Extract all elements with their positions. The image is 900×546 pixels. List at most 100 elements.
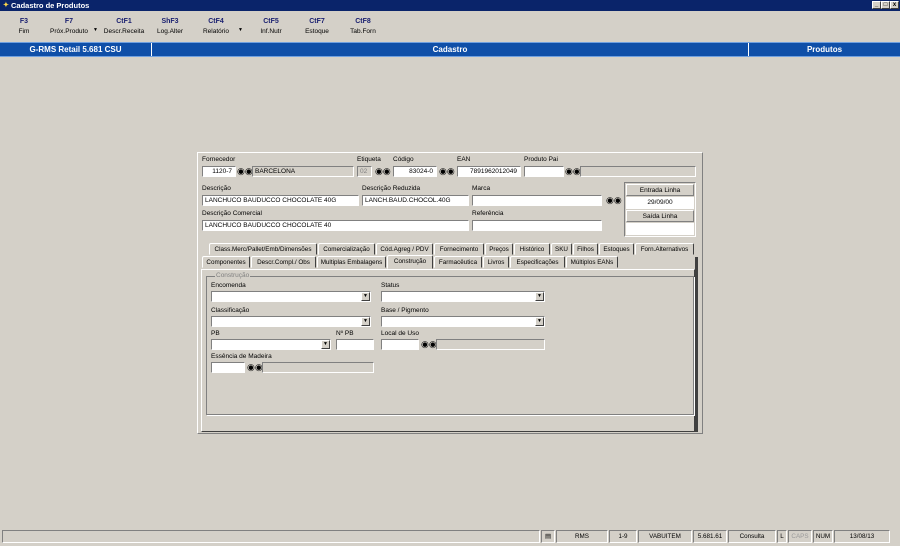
tab-class-merc[interactable]: Class.Merc/Pallet/Emb/Dimensões — [209, 243, 317, 255]
tab-historico[interactable]: Histórico — [514, 243, 550, 255]
base-pigmento-select[interactable]: ▼ — [381, 316, 545, 327]
tab-cod-agreg-pdv[interactable]: Cód.Agreg / PDV — [376, 243, 433, 255]
codigo-field[interactable]: 83024-0 — [393, 166, 437, 177]
etiqueta-field[interactable]: 02 — [357, 166, 372, 177]
tab-componentes[interactable]: Componentes — [202, 256, 250, 268]
saida-linha-field[interactable] — [626, 223, 694, 235]
classificacao-dropdown-chevron-down-icon[interactable]: ▼ — [361, 317, 370, 326]
status-label: Status — [381, 282, 400, 289]
fim-button[interactable]: F3 Fim — [14, 17, 34, 37]
proximo-produto-button[interactable]: F7 Próx.Produto — [45, 17, 93, 37]
ean-label: EAN — [457, 156, 471, 163]
essencia-madeira-description-field — [262, 362, 374, 373]
log-alter-button[interactable]: ShF3 Log.Alter — [152, 17, 188, 37]
relatorio-button[interactable]: CtF4 Relatório — [198, 17, 234, 37]
marca-search-binoculars-icon[interactable]: ◉◉ — [606, 195, 622, 206]
linha-dates-box: Entrada Linha 29/09/00 Saída Linha — [624, 182, 696, 237]
tab-multiplas-embalagens[interactable]: Multiplas Embalagens — [317, 256, 386, 268]
saida-linha-label: Saída Linha — [626, 210, 694, 222]
product-form-panel: Fornecedor Etiqueta Código EAN Produto P… — [197, 152, 703, 434]
descricao-comercial-field[interactable]: LANCHUCO BAUDUCCO CHOCOLATE 40 — [202, 220, 469, 231]
relatorio-dropdown-icon[interactable]: ▼ — [238, 27, 243, 33]
codigo-search-binoculars-icon[interactable]: ◉◉ — [439, 166, 455, 177]
tab-construcao[interactable]: Construção — [387, 255, 433, 269]
window-title-bar: ✦ Cadastro de Produtos _ □ x — [0, 0, 900, 11]
ean-field[interactable]: 7891962012049 — [457, 166, 521, 177]
numero-pb-label: Nº PB — [336, 330, 354, 337]
tab-sku[interactable]: SKU — [551, 243, 572, 255]
module-label: Produtos — [806, 45, 843, 54]
descricao-label: Descrição — [202, 185, 231, 192]
tab-fornecimento[interactable]: Fornecimento — [434, 243, 484, 255]
numero-pb-field[interactable] — [336, 339, 374, 350]
descricao-reduzida-field[interactable]: LANCH.BAUD.CHOCOL.40G — [362, 195, 469, 206]
close-button[interactable]: x — [890, 1, 899, 9]
pb-dropdown-chevron-down-icon[interactable]: ▼ — [321, 340, 330, 349]
fornecedor-name-field: BARCELONA — [252, 166, 354, 177]
classificacao-select[interactable]: ▼ — [211, 316, 371, 327]
descr-receita-button[interactable]: CtF1 Descr.Receita — [100, 17, 148, 37]
status-l-indicator: L — [777, 530, 787, 543]
status-select[interactable]: ▼ — [381, 291, 545, 302]
descricao-field[interactable]: LANCHUCO BAUDUCCO CHOCOLATE 40G — [202, 195, 359, 206]
app-icon: ✦ — [3, 2, 9, 9]
produto-pai-field[interactable] — [524, 166, 564, 177]
entrada-linha-field[interactable]: 29/09/00 — [626, 197, 694, 209]
local-uso-code-field[interactable] — [381, 339, 419, 350]
clipboard-icon[interactable]: ▤ — [541, 530, 555, 543]
produto-pai-search-binoculars-icon[interactable]: ◉◉ — [565, 166, 581, 177]
essencia-madeira-code-field[interactable] — [211, 362, 245, 373]
local-uso-description-field — [436, 339, 545, 350]
window-title: Cadastro de Produtos — [11, 1, 90, 10]
inf-nutr-button[interactable]: CtF5 Inf.Nutr — [254, 17, 288, 37]
encomenda-label: Encomenda — [211, 282, 246, 289]
fornecedor-label: Fornecedor — [202, 156, 236, 163]
header-strip: G-RMS Retail 5.681 CSU Cadastro Produtos — [0, 42, 900, 57]
referencia-field[interactable] — [472, 220, 602, 231]
minimize-button[interactable]: _ — [872, 1, 881, 9]
essencia-madeira-search-binoculars-icon[interactable]: ◉◉ — [247, 362, 263, 373]
maximize-button[interactable]: □ — [881, 1, 890, 9]
local-uso-label: Local de Uso — [381, 330, 419, 337]
tab-frame-edge — [695, 257, 698, 432]
status-caps-indicator: CAPS — [788, 530, 812, 543]
tab-forn-alternativos[interactable]: Forn.Alternativos — [635, 243, 694, 255]
fornecedor-search-binoculars-icon[interactable]: ◉◉ — [237, 166, 253, 177]
status-user: VABUITEM — [638, 530, 692, 543]
tab-precos[interactable]: Preços — [485, 243, 513, 255]
encomenda-dropdown-chevron-down-icon[interactable]: ▼ — [361, 292, 370, 301]
status-bar: ▤ RMS 1-9 VABUITEM 5.681.61 Consulta L C… — [0, 529, 900, 546]
estoque-button[interactable]: CtF7 Estoque — [300, 17, 334, 37]
construcao-group: Construção Encomenda ▼ Status ▼ Classifi… — [206, 272, 694, 415]
pb-select[interactable]: ▼ — [211, 339, 331, 350]
tab-forn-button[interactable]: CtF8 Tab.Forn — [345, 17, 381, 37]
essencia-madeira-label: Essência de Madeira — [211, 353, 272, 360]
proximo-produto-key: F7 — [64, 18, 74, 25]
etiqueta-search-binoculars-icon[interactable]: ◉◉ — [375, 166, 391, 177]
base-pigmento-dropdown-chevron-down-icon[interactable]: ▼ — [535, 317, 544, 326]
toolbar: F3 Fim F7 Próx.Produto ▼ CtF1 Descr.Rece… — [0, 11, 900, 42]
proximo-produto-dropdown-icon[interactable]: ▼ — [93, 27, 98, 33]
tab-descr-compl-obs[interactable]: Descr.Compl./ Obs — [251, 256, 316, 268]
status-message-area — [2, 530, 540, 543]
tab-estoques[interactable]: Estoques — [599, 243, 634, 255]
marca-label: Marca — [472, 185, 491, 192]
tab-multiplos-eans[interactable]: Múltiplos EANs — [566, 256, 618, 268]
local-uso-search-binoculars-icon[interactable]: ◉◉ — [421, 339, 437, 350]
status-dropdown-chevron-down-icon[interactable]: ▼ — [535, 292, 544, 301]
tab-filhos[interactable]: Filhos — [573, 243, 598, 255]
classificacao-label: Classificação — [211, 307, 250, 314]
proximo-produto-label: Próx.Produto — [50, 28, 88, 35]
fornecedor-code-field[interactable]: 1120-7 — [202, 166, 236, 177]
entrada-linha-label: Entrada Linha — [626, 184, 694, 196]
tab-livros[interactable]: Livros — [483, 256, 509, 268]
tab-comercializacao[interactable]: Comercialização — [318, 243, 375, 255]
tab-especificacoes[interactable]: Especificações — [510, 256, 565, 268]
descr-receita-label: Descr.Receita — [103, 28, 145, 35]
marca-field[interactable] — [472, 195, 602, 206]
tab-farmaceutica[interactable]: Farmacêutica — [434, 256, 482, 268]
encomenda-select[interactable]: ▼ — [211, 291, 371, 302]
app-version-label: G-RMS Retail 5.681 CSU — [29, 45, 122, 54]
status-date: 13/08/13 — [834, 530, 890, 543]
fim-key: F3 — [19, 18, 29, 25]
